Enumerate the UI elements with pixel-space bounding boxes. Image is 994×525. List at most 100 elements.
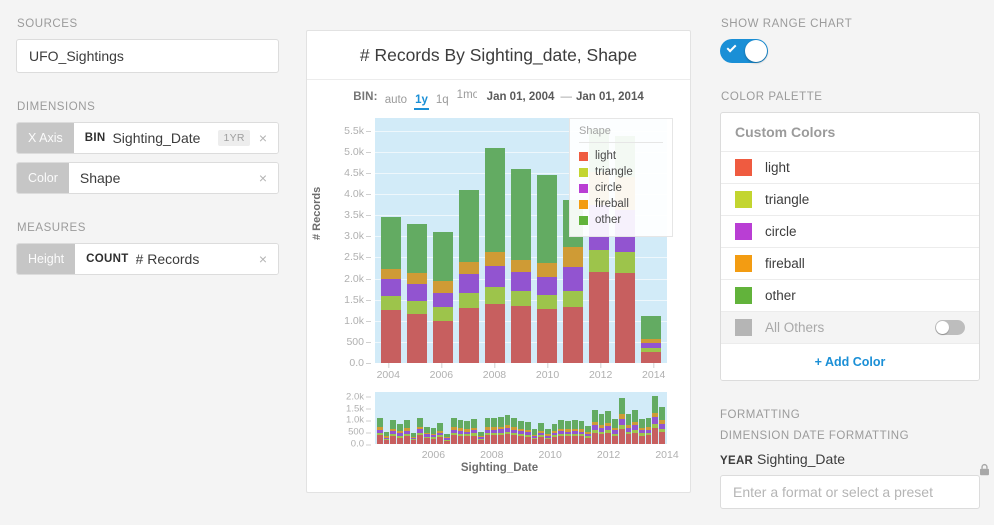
bar-segment[interactable] xyxy=(433,281,453,293)
remove-pill-icon[interactable]: × xyxy=(259,131,267,145)
bar-segment[interactable] xyxy=(485,265,505,287)
bar-segment[interactable] xyxy=(563,306,583,363)
bar-segment[interactable] xyxy=(381,279,401,297)
bar-segment[interactable] xyxy=(459,273,479,293)
bar-segment[interactable] xyxy=(407,300,427,315)
source-select[interactable]: UFO_Sightings xyxy=(16,39,279,73)
bar-segment[interactable] xyxy=(485,286,505,304)
bar-segment[interactable] xyxy=(563,267,583,291)
legend-item[interactable]: fireball xyxy=(579,196,663,212)
bar-column[interactable] xyxy=(404,118,430,363)
bar-segment[interactable] xyxy=(433,292,453,307)
bar-segment[interactable] xyxy=(381,310,401,363)
format-input[interactable] xyxy=(720,475,980,509)
bar-segment[interactable] xyxy=(641,352,661,363)
bar-segment[interactable] xyxy=(537,308,557,363)
bar-segment[interactable] xyxy=(381,217,401,269)
bar-segment[interactable] xyxy=(459,189,479,263)
bar-column[interactable] xyxy=(430,118,456,363)
bin-option-auto[interactable]: auto xyxy=(384,93,408,108)
lock-icon[interactable] xyxy=(978,463,991,476)
color-swatch[interactable] xyxy=(735,255,752,272)
bar-segment[interactable] xyxy=(381,268,401,280)
add-color-button[interactable]: + Add Color xyxy=(721,344,979,380)
bar-column[interactable] xyxy=(482,118,508,363)
pill-body[interactable]: BIN Sighting_Date 1YR × xyxy=(73,123,278,153)
range-bar-segment xyxy=(632,432,639,444)
color-swatch[interactable] xyxy=(735,319,752,336)
palette-row[interactable]: other xyxy=(721,280,979,312)
pill-body[interactable]: Shape × xyxy=(68,163,278,193)
bar-segment[interactable] xyxy=(589,272,609,363)
bar-segment[interactable] xyxy=(615,273,635,363)
pill-body[interactable]: COUNT # Records × xyxy=(75,244,278,274)
bar-segment[interactable] xyxy=(407,314,427,363)
bar-column[interactable] xyxy=(534,118,560,363)
remove-pill-icon[interactable]: × xyxy=(259,252,267,266)
bar-segment[interactable] xyxy=(589,249,609,273)
bin-option-1mo[interactable]: 1mo xyxy=(456,88,477,103)
bar-segment[interactable] xyxy=(381,296,401,311)
bar-segment[interactable] xyxy=(407,283,427,301)
bin-range-start[interactable]: Jan 01, 2004 xyxy=(487,91,555,103)
bar-segment[interactable] xyxy=(433,306,453,321)
all-others-toggle[interactable] xyxy=(935,320,965,335)
legend-item[interactable]: circle xyxy=(579,180,663,196)
range-bar-segment xyxy=(504,434,511,444)
bar-segment[interactable] xyxy=(407,273,427,284)
bar-segment[interactable] xyxy=(511,168,531,260)
bar-segment[interactable] xyxy=(537,295,557,309)
palette-row-all-others[interactable]: All Others xyxy=(721,312,979,344)
bar-column[interactable] xyxy=(378,118,404,363)
bar-segment[interactable] xyxy=(615,252,635,274)
bar-segment[interactable] xyxy=(407,223,427,274)
bar-segment[interactable] xyxy=(511,271,531,291)
measure-pill[interactable]: Height COUNT # Records × xyxy=(16,243,279,275)
bin-range-end[interactable]: Jan 01, 2014 xyxy=(576,91,644,103)
palette-row[interactable]: fireball xyxy=(721,248,979,280)
range-plot-canvas[interactable] xyxy=(375,392,667,444)
show-range-chart-toggle[interactable] xyxy=(720,39,768,63)
bar-column[interactable] xyxy=(508,118,534,363)
bar-segment[interactable] xyxy=(433,320,453,363)
dimension-pill[interactable]: X Axis BIN Sighting_Date 1YR × xyxy=(16,122,279,154)
range-bar-segment xyxy=(450,418,457,428)
bar-segment[interactable] xyxy=(563,246,583,268)
bar-segment[interactable] xyxy=(485,147,505,253)
bar-segment[interactable] xyxy=(511,290,531,306)
palette-row[interactable]: circle xyxy=(721,216,979,248)
legend-item[interactable]: light xyxy=(579,148,663,164)
legend-item[interactable]: triangle xyxy=(579,164,663,180)
color-swatch[interactable] xyxy=(735,159,752,176)
range-bar-segment xyxy=(477,439,484,444)
remove-pill-icon[interactable]: × xyxy=(259,171,267,185)
range-bar-segment xyxy=(639,418,645,428)
legend-item[interactable]: other xyxy=(579,212,663,228)
bar-segment[interactable] xyxy=(459,262,479,274)
bar-column[interactable] xyxy=(456,118,482,363)
bin-option-1q[interactable]: 1q xyxy=(435,93,450,108)
palette-row[interactable]: triangle xyxy=(721,184,979,216)
range-bar-segment xyxy=(518,436,524,444)
dimension-pill[interactable]: Color Shape × xyxy=(16,162,279,194)
bar-segment[interactable] xyxy=(537,276,557,295)
palette-row[interactable]: light xyxy=(721,152,979,184)
range-bar-segment xyxy=(497,435,504,444)
bar-segment[interactable] xyxy=(537,175,557,264)
bar-segment[interactable] xyxy=(511,305,531,363)
bar-segment[interactable] xyxy=(563,290,583,307)
bar-segment[interactable] xyxy=(433,231,453,282)
color-swatch[interactable] xyxy=(735,287,752,304)
bar-segment[interactable] xyxy=(641,316,661,340)
range-chart-area[interactable]: 0.0 500 1.0k 1.5k 2.0k 2006 2008 2010 2012 2014 … xyxy=(307,384,692,479)
bar-segment[interactable] xyxy=(459,292,479,309)
bar-segment[interactable] xyxy=(511,259,531,272)
bar-segment[interactable] xyxy=(537,263,557,277)
color-swatch[interactable] xyxy=(735,191,752,208)
bar-segment[interactable] xyxy=(459,308,479,363)
bar-segment[interactable] xyxy=(485,252,505,266)
bar-segment[interactable] xyxy=(485,303,505,363)
bin-option-1y[interactable]: 1y xyxy=(414,93,429,110)
y-axis-tick-label: 5.0k xyxy=(344,145,371,158)
color-swatch[interactable] xyxy=(735,223,752,240)
